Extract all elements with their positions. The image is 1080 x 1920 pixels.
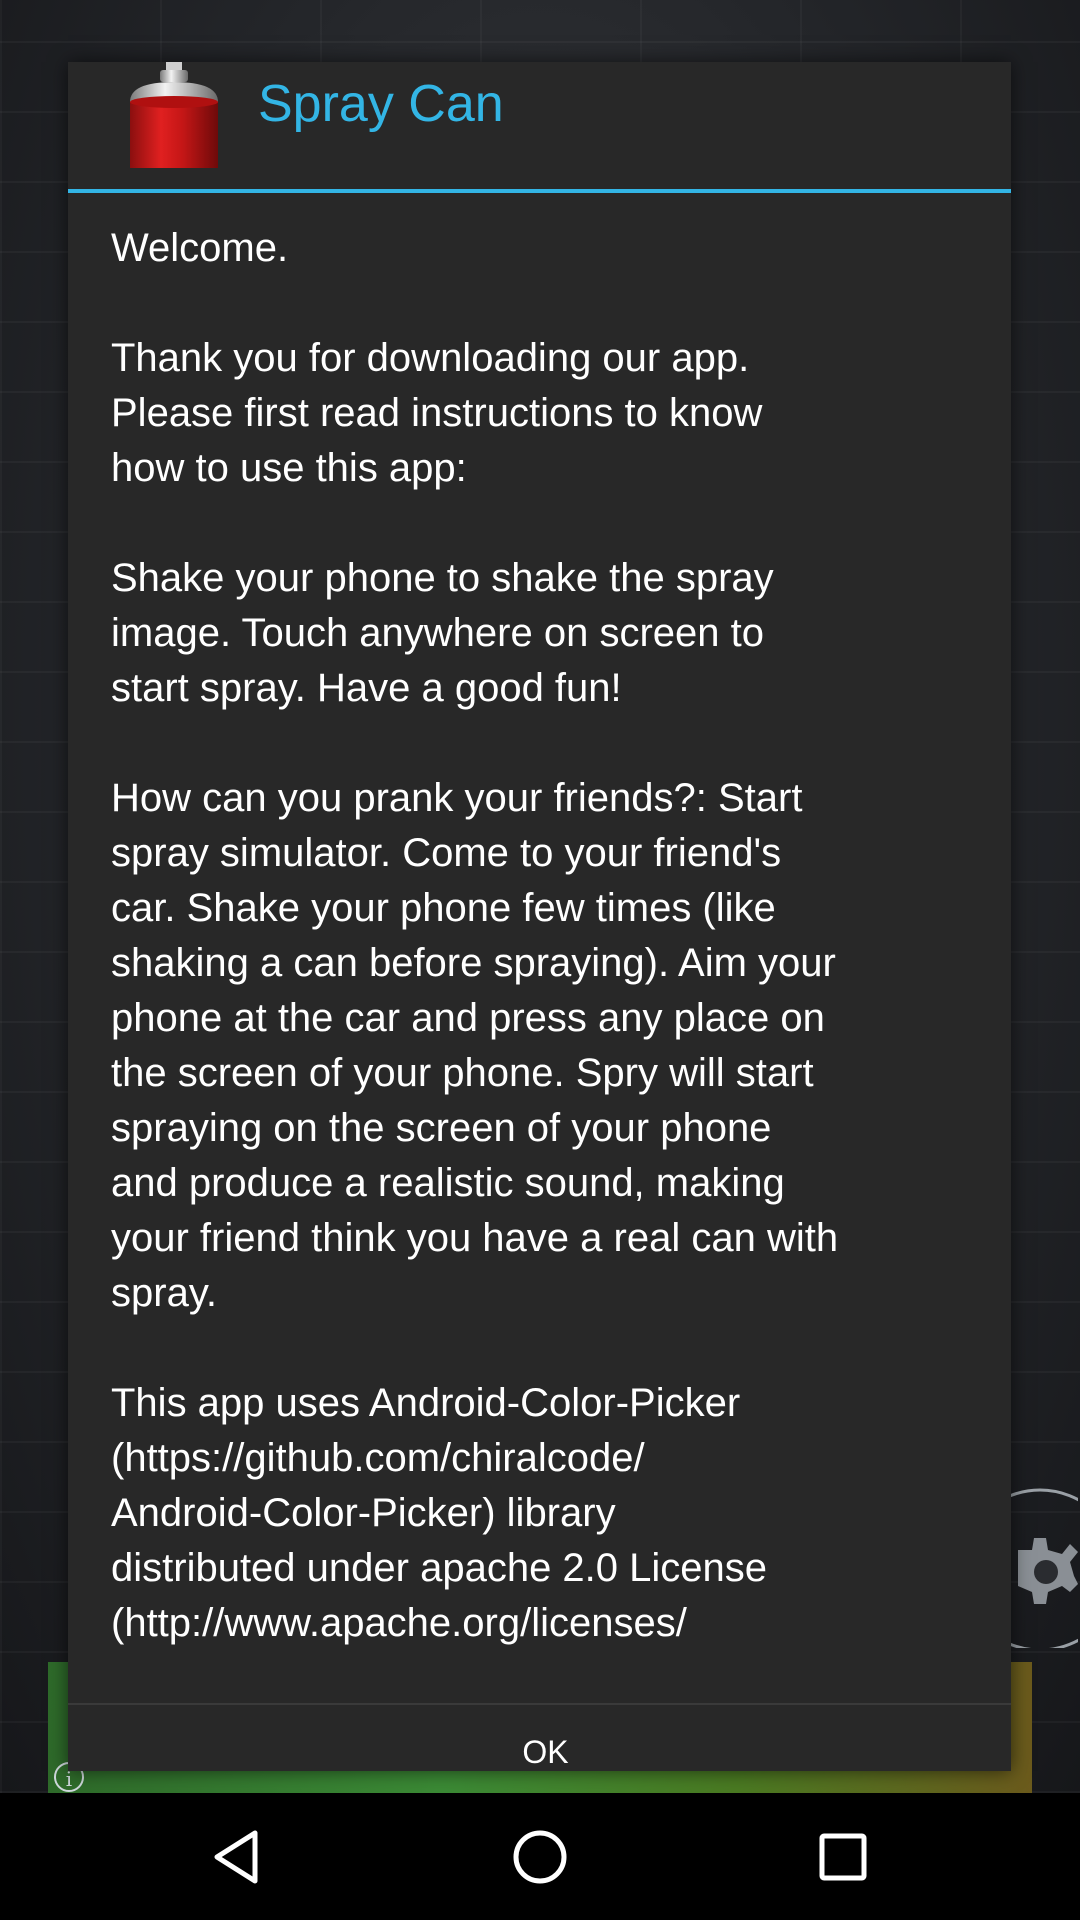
home-icon (513, 1830, 567, 1883)
back-button[interactable] (136, 1793, 336, 1920)
dialog-header: Spray Can (68, 62, 1011, 189)
recents-icon (819, 1833, 867, 1880)
navigation-bar (0, 1793, 1080, 1920)
dialog-scroll-body[interactable]: Welcome. Thank you for downloading our a… (68, 193, 1011, 1703)
dialog-message: Welcome. Thank you for downloading our a… (111, 226, 839, 1645)
spray-can-icon (130, 62, 218, 168)
back-icon (214, 1830, 258, 1883)
dialog-title: Spray Can (258, 75, 504, 133)
recents-button[interactable] (743, 1793, 943, 1920)
ok-button[interactable]: OK (68, 1705, 1023, 1786)
home-button[interactable] (440, 1793, 640, 1920)
instructions-dialog: Spray Can Welcome. Thank you for downloa… (68, 62, 1011, 1771)
